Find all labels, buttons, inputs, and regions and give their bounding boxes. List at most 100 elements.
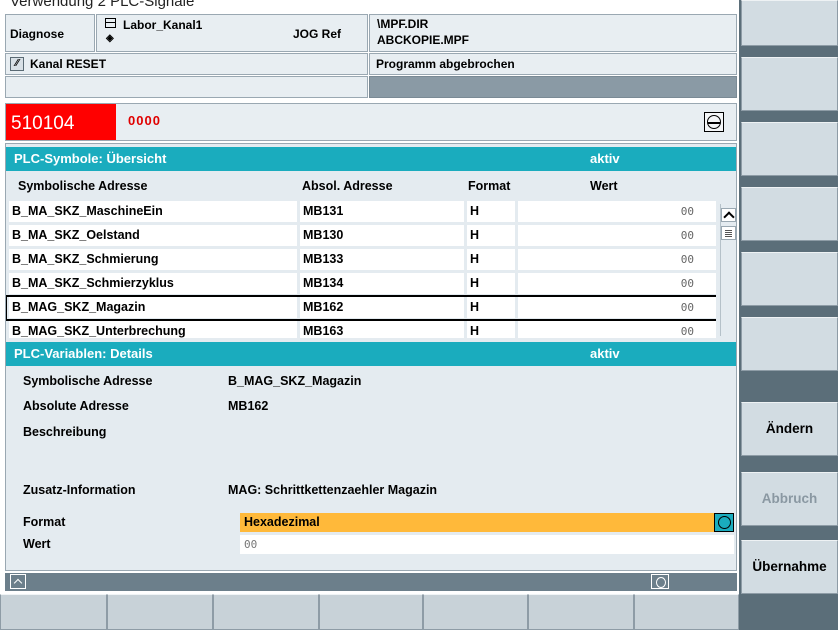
- table-row[interactable]: B_MA_SKZ_Oelstand MB130 H 00: [6, 224, 716, 248]
- extra-info-value: MAG: Schrittkettenzaehler Magazin: [228, 483, 438, 497]
- chevron-up-icon[interactable]: [721, 208, 736, 222]
- cell-value: 00: [518, 201, 716, 222]
- program-field: \MPF.DIR ABCKOPIE.MPF: [369, 14, 737, 52]
- table-header: Symbolische Adresse Absol. Adresse Forma…: [6, 179, 736, 197]
- channel-state: Kanal RESET: [30, 57, 107, 71]
- cell-symbol: B_MA_SKZ_Oelstand: [9, 225, 297, 246]
- cell-symbol: B_MAG_SKZ_Magazin: [9, 297, 297, 318]
- table-row[interactable]: B_MA_SKZ_Schmierzyklus MB134 H 00: [6, 272, 716, 296]
- details-state: aktiv: [590, 346, 620, 361]
- address-value: MB162: [228, 399, 269, 413]
- cell-format: H: [467, 321, 515, 338]
- caption-text: Verwendung 2 PLC-Signale: [10, 0, 195, 10]
- program-path: \MPF.DIR: [377, 17, 429, 31]
- extra-info-label: Zusatz-Information: [23, 483, 136, 497]
- accept-softkey[interactable]: Übernahme: [741, 540, 838, 594]
- reset-icon: ⁄⁄: [10, 57, 24, 71]
- value-label: Wert: [23, 537, 51, 551]
- cell-format: H: [467, 273, 515, 294]
- column-header-address: Absol. Adresse: [302, 179, 393, 193]
- horizontal-softkey-5[interactable]: [423, 594, 528, 630]
- toggle-icon[interactable]: [714, 513, 734, 532]
- table-row[interactable]: B_MAG_SKZ_Unterbrechung MB163 H 00: [6, 320, 716, 338]
- operating-mode: JOG Ref: [293, 27, 342, 41]
- page-caption: Verwendung 2 PLC-Signale: [0, 0, 838, 14]
- alarm-code: 0000: [128, 113, 161, 128]
- cell-value: 00: [518, 321, 716, 338]
- softkey-label: Abbruch: [761, 491, 818, 506]
- main-panel: PLC-Symbole: Übersicht aktiv Symbolische…: [5, 143, 737, 571]
- cell-format: H: [467, 249, 515, 270]
- alarm-cancel-icon[interactable]: [704, 112, 724, 132]
- scrollbar-thumb[interactable]: [721, 226, 736, 240]
- window-icon: [105, 18, 116, 28]
- channel-state-icon: ◈: [106, 33, 114, 44]
- table-row[interactable]: B_MA_SKZ_Schmierung MB133 H 00: [6, 248, 716, 272]
- cell-address: MB162: [300, 297, 464, 318]
- column-header-format: Format: [468, 179, 511, 193]
- symbol-value: B_MAG_SKZ_Magazin: [228, 374, 362, 388]
- cell-address: MB134: [300, 273, 464, 294]
- program-state-field: Programm abgebrochen: [369, 53, 737, 75]
- alarm-number: 510104: [6, 104, 116, 140]
- cell-value: 00: [518, 225, 716, 246]
- program-name: ABCKOPIE.MPF: [377, 33, 470, 47]
- message-line-right: [369, 76, 737, 98]
- etc-icon[interactable]: [651, 574, 669, 589]
- overview-title: PLC-Symbole: Übersicht: [14, 151, 167, 166]
- change-softkey[interactable]: Ändern: [741, 402, 838, 456]
- vertical-softkey-5[interactable]: [741, 252, 838, 306]
- softkey-label: Übernahme: [752, 559, 827, 574]
- softkey-label: Ändern: [765, 421, 814, 436]
- recall-icon[interactable]: [10, 574, 26, 589]
- horizontal-softkey-1[interactable]: [0, 594, 107, 630]
- description-label: Beschreibung: [23, 425, 107, 439]
- vertical-softkey-4[interactable]: [741, 187, 838, 241]
- cell-address: MB133: [300, 249, 464, 270]
- cell-symbol: B_MAG_SKZ_Unterbrechung: [9, 321, 297, 338]
- area-name-field: Diagnose: [5, 14, 95, 52]
- horizontal-softkey-6[interactable]: [528, 594, 634, 630]
- cell-symbol: B_MA_SKZ_Schmierung: [9, 249, 297, 270]
- overview-state: aktiv: [590, 151, 620, 166]
- message-line: [5, 76, 368, 98]
- address-label: Absolute Adresse: [23, 399, 129, 413]
- plc-symbol-table: B_MA_SKZ_MaschineEin MB131 H 00 B_MA_SKZ…: [6, 200, 716, 338]
- horizontal-softkey-4[interactable]: [319, 594, 423, 630]
- status-strip: [5, 573, 737, 591]
- format-label: Format: [23, 515, 66, 529]
- cell-format: H: [467, 297, 515, 318]
- channel-name: Labor_Kanal1: [123, 18, 203, 32]
- cell-symbol: B_MA_SKZ_Schmierzyklus: [9, 273, 297, 294]
- table-scrollbar[interactable]: [720, 204, 736, 336]
- vertical-softkey-6[interactable]: [741, 317, 838, 371]
- column-header-symbol: Symbolische Adresse: [18, 179, 148, 193]
- format-field[interactable]: Hexadezimal: [240, 513, 714, 532]
- cell-address: MB131: [300, 201, 464, 222]
- channel-state-field: ⁄⁄ Kanal RESET: [5, 53, 368, 75]
- column-header-value: Wert: [590, 179, 618, 193]
- alarm-line[interactable]: 510104 0000: [5, 103, 737, 141]
- table-row-selected[interactable]: B_MAG_SKZ_Magazin MB162 H 00: [6, 295, 716, 321]
- horizontal-softkey-3[interactable]: [213, 594, 319, 630]
- symbol-label: Symbolische Adresse: [23, 374, 153, 388]
- cell-value: 00: [518, 297, 716, 318]
- horizontal-softkey-7[interactable]: [634, 594, 739, 630]
- cell-address: MB130: [300, 225, 464, 246]
- channel-field: ◈ Labor_Kanal1 JOG Ref: [96, 14, 368, 52]
- program-state: Programm abgebrochen: [376, 57, 515, 71]
- cell-value: 00: [518, 249, 716, 270]
- details-title-bar: PLC-Variablen: Details aktiv: [6, 342, 736, 366]
- area-name: Diagnose: [10, 27, 65, 41]
- table-row[interactable]: B_MA_SKZ_MaschineEin MB131 H 00: [6, 200, 716, 224]
- vertical-softkey-3[interactable]: [741, 122, 838, 176]
- cancel-softkey[interactable]: Abbruch: [741, 472, 838, 526]
- cell-value: 00: [518, 273, 716, 294]
- cell-address: MB163: [300, 321, 464, 338]
- vertical-softkey-1[interactable]: [741, 0, 838, 46]
- horizontal-softkey-2[interactable]: [107, 594, 213, 630]
- vertical-softkey-2[interactable]: [741, 57, 838, 111]
- cell-format: H: [467, 225, 515, 246]
- value-field[interactable]: 00: [240, 535, 734, 554]
- details-title: PLC-Variablen: Details: [14, 346, 153, 361]
